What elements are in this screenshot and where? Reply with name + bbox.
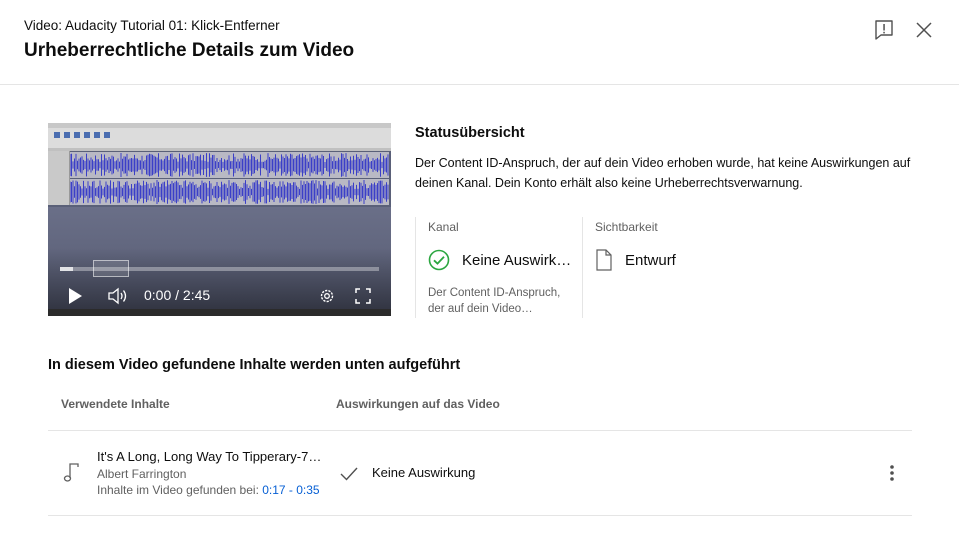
music-note-icon [63, 463, 79, 482]
channel-value-row: Keine Auswirkungen [428, 249, 572, 271]
check-icon [340, 467, 358, 481]
content-title: It's A Long, Long Way To Tipperary-72… [97, 449, 325, 464]
time-display: 0:00 / 2:45 [144, 287, 211, 303]
feedback-button[interactable] [870, 16, 898, 44]
volume-button[interactable] [106, 285, 130, 307]
settings-button[interactable] [316, 285, 338, 307]
visibility-label: Sichtbarkeit [595, 220, 658, 234]
content-section-title: In diesem Video gefundene Inhalte werden… [48, 357, 461, 373]
dialog-title: Urheberrechtliche Details zum Video [24, 40, 355, 61]
content-artist: Albert Farrington [97, 467, 187, 481]
controls-gradient [48, 248, 391, 316]
fullscreen-icon [355, 288, 371, 304]
fullscreen-button[interactable] [352, 285, 374, 307]
video-subtitle: Video: Audacity Tutorial 01: Klick-Entfe… [24, 18, 280, 33]
video-frame-waveform [70, 152, 389, 178]
seek-preview [93, 260, 129, 277]
row-more-actions-button[interactable] [880, 461, 904, 485]
divider [48, 515, 912, 516]
column-header-impact: Auswirkungen auf das Video [336, 397, 500, 411]
visibility-value-row: Entwurf [595, 249, 676, 271]
close-icon [916, 22, 932, 38]
dialog-header: Video: Audacity Tutorial 01: Klick-Entfe… [0, 0, 959, 85]
channel-note: Der Content ID-Anspruch, der auf dein Vi… [428, 287, 561, 315]
column-header-used-content: Verwendete Inhalte [61, 397, 170, 411]
video-frame-taskbar [48, 309, 391, 316]
seek-bar-loaded [60, 267, 73, 271]
play-button[interactable] [64, 285, 86, 307]
divider [48, 430, 912, 431]
video-frame-waveform [70, 179, 389, 205]
more-vert-icon [890, 465, 894, 481]
volume-icon [108, 287, 127, 305]
status-overview-title: Statusübersicht [415, 125, 525, 141]
found-at-label: Inhalte im Video gefunden bei: [97, 483, 263, 497]
video-frame-toolbar [48, 128, 391, 148]
visibility-card: Sichtbarkeit Entwurf [582, 217, 782, 318]
channel-label: Kanal [428, 220, 459, 234]
feedback-exclamation-icon [875, 20, 893, 40]
visibility-value: Entwurf [625, 251, 676, 269]
play-icon [69, 288, 82, 304]
status-cards: Kanal Keine Auswirkungen Der Content ID-… [415, 217, 676, 318]
content-found-at: Inhalte im Video gefunden bei: 0:17 - 0:… [97, 483, 320, 497]
channel-value: Keine Auswirkungen [462, 251, 572, 269]
check-circle-icon [428, 249, 450, 271]
video-frame-tabs [48, 148, 391, 151]
video-frame-track-panel [48, 151, 70, 205]
channel-card: Kanal Keine Auswirkungen Der Content ID-… [428, 217, 582, 318]
close-button[interactable] [910, 16, 938, 44]
document-icon [596, 249, 612, 271]
impact-value: Keine Auswirkung [372, 465, 476, 480]
gear-icon [320, 289, 334, 303]
video-player[interactable]: 0:00 / 2:45 [48, 123, 391, 316]
status-description: Der Content ID-Anspruch, der auf dein Vi… [415, 156, 911, 190]
found-at-range-link[interactable]: 0:17 - 0:35 [262, 483, 319, 497]
